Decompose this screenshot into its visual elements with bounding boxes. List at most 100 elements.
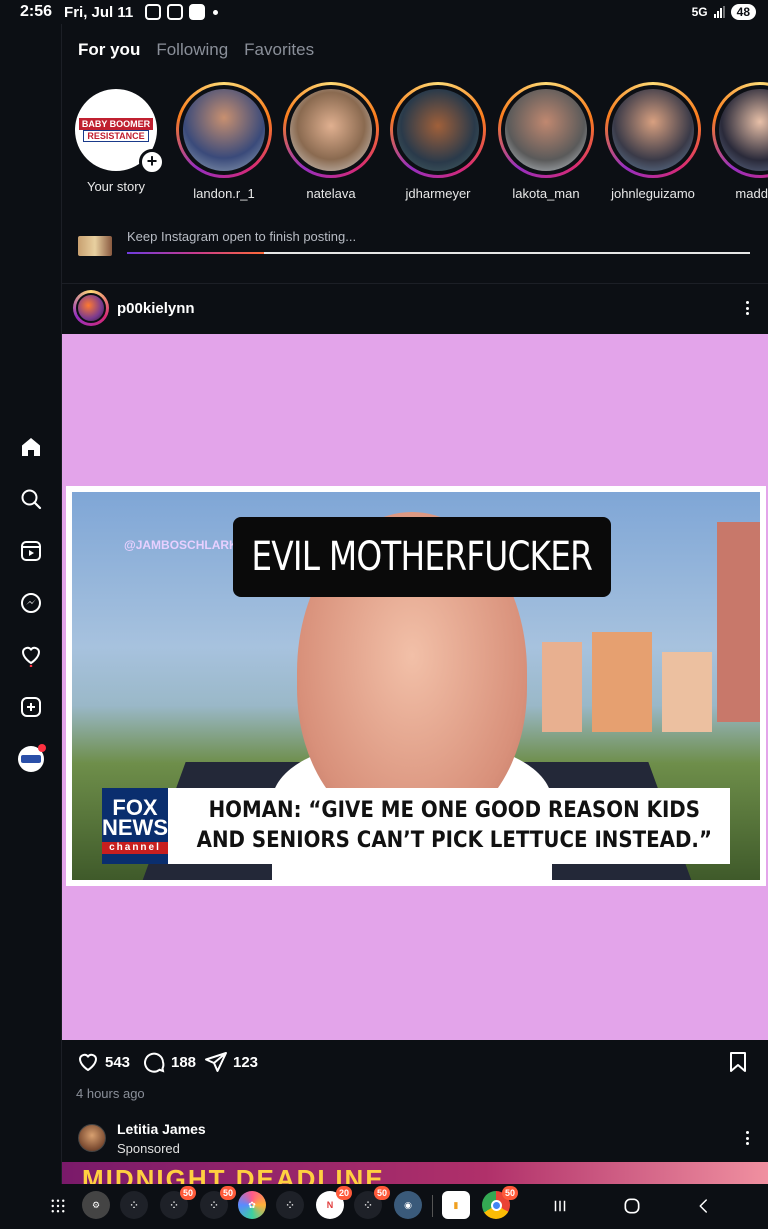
upload-status-text: Keep Instagram open to finish posting...	[127, 229, 357, 244]
home-nav-icon[interactable]	[620, 1194, 644, 1218]
tab-following[interactable]: Following	[156, 40, 228, 60]
app-badge: 50	[373, 1186, 390, 1200]
story-your-story[interactable]: BABY BOOMER RESISTANCE + Your story	[66, 82, 166, 194]
status-time: 2:56	[20, 3, 53, 20]
app-folder-icon[interactable]: ⁘ 50	[354, 1186, 390, 1219]
story-item[interactable]: johnleguizamo	[603, 82, 703, 201]
fox-news-logo: FOX NEWS channel	[102, 788, 168, 864]
tab-for-you[interactable]: For you	[78, 40, 140, 60]
news-notification-icon	[167, 4, 184, 20]
post-header: p00kielynn	[62, 284, 768, 334]
heart-icon	[78, 1053, 98, 1072]
story-item[interactable]: jdharmeyer	[388, 82, 488, 201]
tab-favorites[interactable]: Favorites	[244, 40, 314, 60]
side-nav-rail	[0, 24, 62, 1184]
profile-avatar[interactable]	[18, 744, 46, 772]
add-story-plus-icon[interactable]: +	[139, 149, 165, 175]
upload-progress-bar	[127, 252, 750, 254]
home-icon[interactable]	[18, 434, 44, 460]
comment-button[interactable]: 188	[142, 1050, 196, 1074]
create-post-icon[interactable]	[18, 694, 44, 720]
post-more-options-icon[interactable]	[742, 298, 752, 318]
sponsor-avatar[interactable]	[78, 1124, 106, 1152]
story-avatar	[612, 89, 694, 171]
sponsored-post-header: Letitia James Sponsored	[62, 1114, 768, 1162]
post-author-username[interactable]: p00kielynn	[117, 300, 195, 317]
recent-app-icon[interactable]: ◉	[394, 1191, 422, 1219]
background-building	[662, 652, 712, 732]
bookmark-icon[interactable]	[726, 1050, 750, 1074]
send-icon	[205, 1052, 227, 1072]
story-item[interactable]: maddow	[710, 82, 768, 201]
background-building	[717, 522, 760, 722]
messenger-icon[interactable]	[18, 590, 44, 616]
analytics-app-icon[interactable]: ▮	[442, 1191, 470, 1219]
app-folder-icon[interactable]: ⁘ 50	[200, 1186, 236, 1219]
stories-tray: BABY BOOMER RESISTANCE + Your story land…	[62, 82, 768, 207]
caption-overlay: EVIL MOTHERFUCKER	[233, 517, 611, 597]
story-ring	[712, 82, 768, 178]
app-folder-icon[interactable]: ⁘ 50	[160, 1186, 196, 1219]
app-drawer-icon[interactable]	[46, 1194, 70, 1218]
instagram-notification-icon	[145, 4, 162, 20]
status-date: Fri, Jul 11	[64, 3, 134, 21]
search-icon[interactable]	[18, 486, 44, 512]
news-headline: HOMAN: “GIVE ME ONE GOOD REASON KIDS AND…	[197, 796, 712, 856]
story-username: landon.r_1	[193, 186, 255, 201]
story-avatar	[397, 89, 479, 171]
story-item[interactable]: natelava	[281, 82, 381, 201]
story-avatar	[290, 89, 372, 171]
story-username: maddow	[735, 186, 768, 201]
app-badge: 20	[335, 1186, 352, 1200]
comment-count: 188	[171, 1053, 197, 1071]
story-ring	[390, 82, 486, 178]
upload-progress-banner: Keep Instagram open to finish posting...	[62, 222, 768, 284]
news-lower-third: FOX NEWS channel HOMAN: “GIVE ME ONE GOO…	[102, 788, 730, 864]
story-username: natelava	[306, 186, 356, 201]
taskbar-divider	[432, 1195, 433, 1217]
network-type: 5G	[691, 5, 708, 19]
app-folder-icon[interactable]: ⁘	[120, 1191, 148, 1219]
your-story-pic-text-1: BABY BOOMER	[78, 118, 154, 130]
share-count: 123	[233, 1053, 259, 1071]
comment-icon	[144, 1052, 165, 1073]
post-image[interactable]: @JAMBOSCHLARK EVIL MOTHERFUCKER FOX NEWS…	[62, 334, 768, 1040]
like-button[interactable]: 543	[76, 1050, 130, 1074]
chrome-app-icon[interactable]: 50	[482, 1186, 518, 1219]
meme-frame: @JAMBOSCHLARK EVIL MOTHERFUCKER FOX NEWS…	[66, 486, 766, 886]
recent-apps-nav-icon[interactable]	[548, 1194, 572, 1218]
reels-icon[interactable]	[18, 538, 44, 564]
settings-gear-icon[interactable]: ⚙	[82, 1191, 110, 1219]
your-story-pic-text-2: RESISTANCE	[83, 130, 149, 142]
app-badge: 50	[501, 1186, 518, 1200]
more-notifications-dot-icon	[213, 9, 219, 15]
activity-heart-icon[interactable]	[18, 642, 44, 668]
photos-app-icon[interactable]: ✿	[238, 1191, 266, 1219]
profile-avatar-image	[21, 755, 41, 763]
story-avatar	[183, 89, 265, 171]
back-nav-icon[interactable]	[692, 1194, 716, 1218]
story-ring	[283, 82, 379, 178]
sponsor-name[interactable]: Letitia James	[117, 1121, 206, 1137]
post-action-bar: 543 188 123	[62, 1040, 768, 1084]
sponsor-more-options-icon[interactable]	[742, 1128, 752, 1148]
app-notification-icon	[189, 4, 206, 20]
sponsored-ad-image[interactable]: MIDNIGHT DEADLINE	[62, 1162, 768, 1184]
news-app-icon[interactable]: N 20	[316, 1186, 352, 1219]
story-item[interactable]: lakota_man	[496, 82, 596, 201]
story-username: jdharmeyer	[405, 186, 471, 201]
share-button[interactable]: 123	[204, 1050, 258, 1074]
app-folder-icon[interactable]: ⁘	[276, 1191, 304, 1219]
status-bar: 2:56 Fri, Jul 11 5G 48	[0, 0, 768, 24]
battery-indicator: 48	[730, 4, 756, 20]
post-author-avatar[interactable]	[73, 290, 109, 326]
story-avatar	[505, 89, 587, 171]
background-building	[592, 632, 652, 732]
story-item[interactable]: landon.r_1	[174, 82, 274, 201]
meme-photo: @JAMBOSCHLARK EVIL MOTHERFUCKER FOX NEWS…	[72, 492, 760, 880]
meme-watermark: @JAMBOSCHLARK	[124, 538, 238, 552]
story-username: johnleguizamo	[611, 186, 695, 201]
caption-overlay-text: EVIL MOTHERFUCKER	[251, 534, 594, 580]
story-ring	[605, 82, 701, 178]
app-badge: 50	[219, 1186, 236, 1200]
